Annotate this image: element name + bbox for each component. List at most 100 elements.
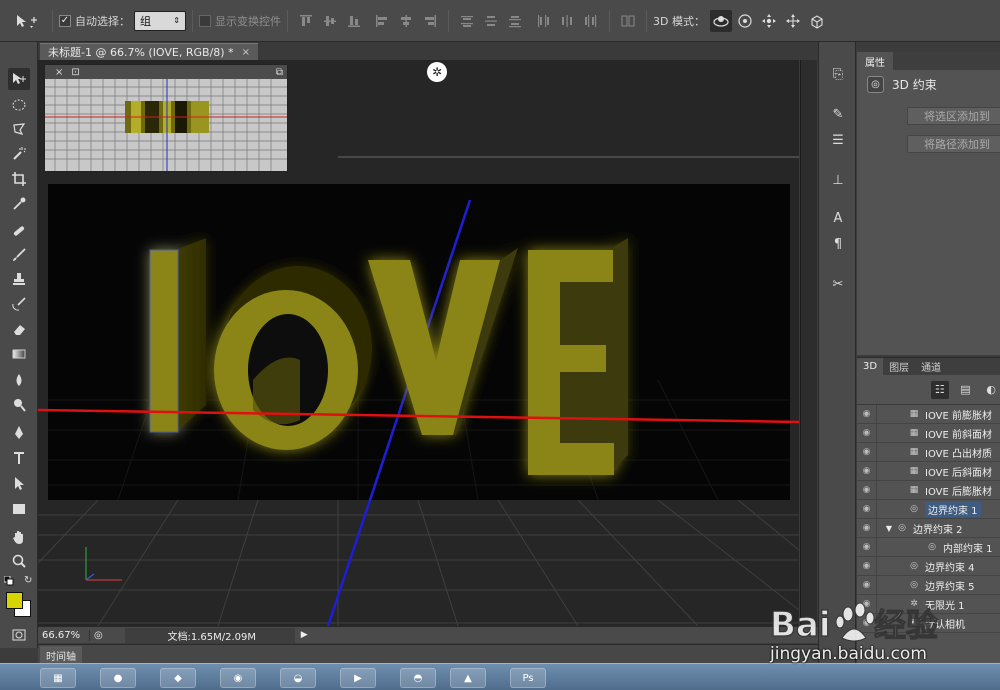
- auto-select-checkbox[interactable]: ✓: [59, 14, 71, 27]
- view-expand-icon[interactable]: ⧉: [276, 67, 283, 78]
- pen-tool-icon[interactable]: [8, 422, 30, 444]
- adjustments-panel-icon[interactable]: ☰: [828, 130, 848, 150]
- scene-filter-icon[interactable]: ☷: [931, 380, 949, 399]
- eyedropper-tool-icon[interactable]: [8, 193, 30, 215]
- move-tool-preset-button[interactable]: [6, 8, 46, 34]
- 3d-layer-row[interactable]: ◉ ◎ 边界约束 5: [857, 575, 1000, 595]
- 3d-layer-row[interactable]: ◉ ▦ IOVE 后斜面材: [857, 461, 1000, 481]
- 3d-layer-row[interactable]: ◉ ▦ IOVE 后膨胀材: [857, 480, 1000, 500]
- swap-colors-icon[interactable]: ↻: [24, 575, 32, 586]
- distribute-left-icon[interactable]: [535, 13, 551, 29]
- tools-preset-panel-icon[interactable]: ✂: [828, 274, 848, 294]
- roll-3d-icon[interactable]: [734, 10, 756, 32]
- distribute-right-icon[interactable]: [583, 13, 599, 29]
- zoom-level[interactable]: 66.67%: [38, 629, 90, 641]
- 3d-layer-row[interactable]: ◉ ✲ 无限光 1: [857, 594, 1000, 614]
- status-menu-arrow-icon[interactable]: ▶: [301, 630, 308, 640]
- 3d-layer-row[interactable]: ◉ ◎ 边界约束 4: [857, 556, 1000, 576]
- distribute-bottom-icon[interactable]: [507, 13, 523, 29]
- history-brush-tool-icon[interactable]: [8, 293, 30, 315]
- vertical-scrollbar[interactable]: [800, 60, 817, 626]
- visibility-eye-icon[interactable]: ◉: [857, 556, 877, 576]
- taskbar-app-7[interactable]: ◓: [400, 668, 436, 688]
- view-menu-icon[interactable]: ⊡: [71, 67, 79, 78]
- blur-tool-icon[interactable]: [8, 369, 30, 391]
- crop-tool-icon[interactable]: [8, 168, 30, 190]
- lasso-tool-icon[interactable]: [8, 118, 30, 140]
- distribute-vcenter-icon[interactable]: [483, 13, 499, 29]
- align-right-icon[interactable]: [422, 13, 438, 29]
- 3d-layer-row[interactable]: ◉ ◎ 边界约束 1: [857, 499, 1000, 519]
- align-vcenter-icon[interactable]: [322, 13, 338, 29]
- material-filter-icon[interactable]: ◐: [982, 381, 1000, 399]
- dodge-tool-icon[interactable]: [8, 394, 30, 416]
- visibility-eye-icon[interactable]: ◉: [857, 518, 877, 538]
- document-tab[interactable]: 未标题-1 @ 66.7% (IOVE, RGB/8) * ×: [40, 43, 258, 60]
- distribute-hcenter-icon[interactable]: [559, 13, 575, 29]
- taskbar-app-4[interactable]: ◉: [220, 668, 256, 688]
- timeline-tab[interactable]: 时间轴: [40, 646, 82, 664]
- 3d-layer-row[interactable]: ◉ ▼ ◎ 边界约束 2: [857, 518, 1000, 538]
- default-colors-icon[interactable]: [3, 575, 14, 586]
- taskbar-app-photoshop[interactable]: Ps: [510, 668, 546, 688]
- healing-brush-tool-icon[interactable]: [8, 220, 30, 242]
- magic-wand-tool-icon[interactable]: [8, 143, 30, 165]
- visibility-eye-icon[interactable]: ◉: [857, 594, 877, 614]
- clone-source-panel-icon[interactable]: ⊥: [828, 170, 848, 190]
- rectangle-tool-icon[interactable]: [8, 498, 30, 520]
- scale-3d-icon[interactable]: [806, 10, 828, 32]
- type-tool-icon[interactable]: [8, 447, 30, 469]
- auto-select-dropdown[interactable]: 组 ⇕: [134, 10, 186, 31]
- taskbar-app-6[interactable]: ▶: [340, 668, 376, 688]
- panel-tab-2[interactable]: 通道: [915, 358, 947, 375]
- rotate-3d-icon[interactable]: [709, 9, 732, 32]
- quick-mask-icon[interactable]: [8, 624, 30, 646]
- status-icon[interactable]: ◎: [94, 630, 103, 641]
- 3d-layer-row[interactable]: ◉ ◎ 内部约束 1: [857, 537, 1000, 557]
- light-widget-icon[interactable]: ✲: [427, 62, 447, 82]
- visibility-eye-icon[interactable]: ◉: [857, 423, 877, 443]
- marquee-tool-icon[interactable]: [8, 94, 30, 116]
- slide-3d-icon[interactable]: [782, 10, 804, 32]
- paragraph-panel-icon[interactable]: ¶: [828, 234, 848, 254]
- hand-tool-icon[interactable]: [8, 526, 30, 548]
- align-hcenter-icon[interactable]: [398, 13, 414, 29]
- brush-panel-icon[interactable]: ✎: [828, 104, 848, 124]
- path-selection-tool-icon[interactable]: [8, 472, 30, 494]
- visibility-eye-icon[interactable]: ◉: [857, 461, 877, 481]
- pan-3d-icon[interactable]: [758, 10, 780, 32]
- foreground-color-swatch[interactable]: [6, 592, 23, 609]
- visibility-eye-icon[interactable]: ◉: [857, 480, 877, 500]
- visibility-eye-icon[interactable]: ◉: [857, 442, 877, 462]
- panel-tab-0[interactable]: 3D: [857, 358, 884, 375]
- properties-tab[interactable]: 属性: [857, 52, 893, 70]
- character-panel-icon[interactable]: A: [828, 208, 848, 228]
- align-top-icon[interactable]: [298, 13, 314, 29]
- gradient-tool-icon[interactable]: [8, 343, 30, 365]
- align-bottom-icon[interactable]: [346, 13, 362, 29]
- eraser-tool-icon[interactable]: [8, 318, 30, 340]
- history-panel-icon[interactable]: ⎘: [828, 64, 848, 84]
- add-selection-button[interactable]: 将选区添加到: [907, 107, 1000, 125]
- 3d-layer-row[interactable]: ◉ ▣ 默认相机: [857, 613, 1000, 633]
- document-canvas[interactable]: ✲ × ⊡ ⧉: [38, 60, 799, 626]
- distribute-top-icon[interactable]: [459, 13, 475, 29]
- visibility-eye-icon[interactable]: ◉: [857, 499, 877, 519]
- visibility-eye-icon[interactable]: ◉: [857, 613, 877, 633]
- taskbar-app-3[interactable]: ◆: [160, 668, 196, 688]
- taskbar-app-1[interactable]: ▦: [40, 668, 76, 688]
- auto-align-icon[interactable]: [620, 13, 636, 29]
- visibility-eye-icon[interactable]: ◉: [857, 404, 877, 424]
- 3d-layer-row[interactable]: ◉ ▦ IOVE 凸出材质: [857, 442, 1000, 462]
- align-left-icon[interactable]: [374, 13, 390, 29]
- panel-tab-1[interactable]: 图层: [883, 358, 915, 375]
- close-tab-icon[interactable]: ×: [242, 47, 250, 58]
- zoom-tool-icon[interactable]: [8, 550, 30, 572]
- 3d-layer-row[interactable]: ◉ ▦ IOVE 前斜面材: [857, 423, 1000, 443]
- visibility-eye-icon[interactable]: ◉: [857, 537, 877, 557]
- brush-tool-icon[interactable]: [8, 244, 30, 266]
- 3d-layer-row[interactable]: ◉ ▦ IOVE 前膨胀材: [857, 404, 1000, 424]
- mesh-filter-icon[interactable]: ▤: [957, 381, 975, 399]
- add-path-button[interactable]: 将路径添加到: [907, 135, 1000, 153]
- taskbar-app-8[interactable]: ▲: [450, 668, 486, 688]
